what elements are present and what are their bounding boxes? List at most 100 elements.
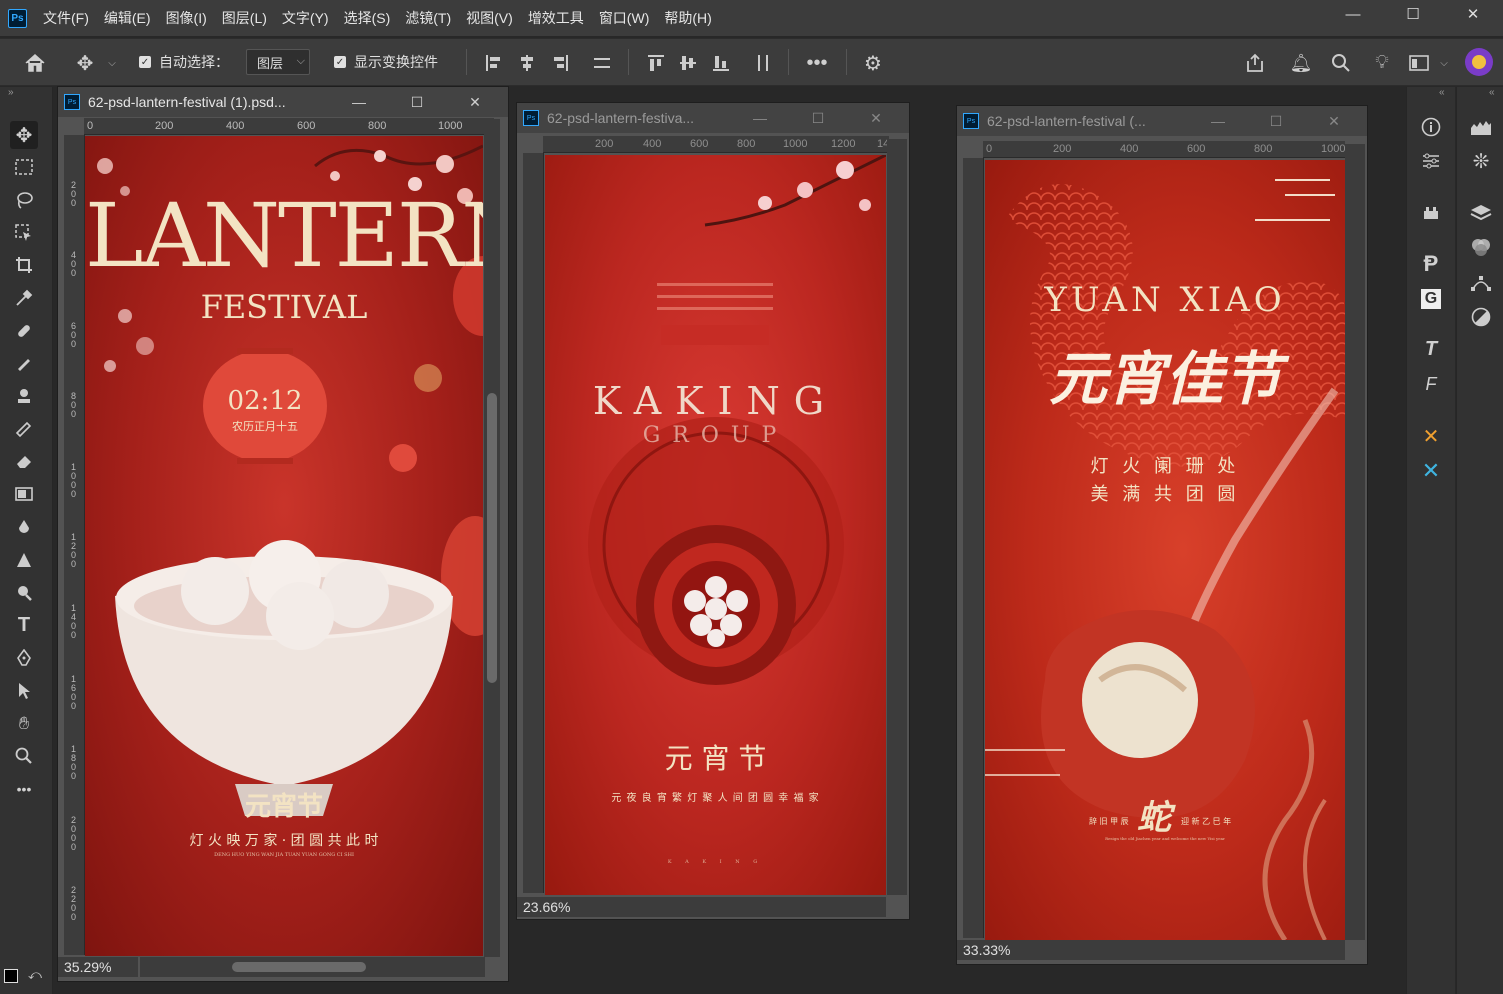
smudge-tool-icon[interactable]: [10, 513, 38, 541]
character-icon[interactable]: T: [1417, 335, 1445, 363]
collapse-arrows-icon[interactable]: »: [8, 87, 14, 98]
vertical-scrollbar[interactable]: [1345, 144, 1365, 940]
document-title-bar[interactable]: Ps 62-psd-lantern-festiva... — ☐ ✕: [517, 103, 909, 133]
search-icon[interactable]: [1328, 50, 1354, 76]
close-icon[interactable]: ✕: [446, 87, 504, 117]
close-icon[interactable]: ✕: [1443, 0, 1503, 28]
horizontal-ruler[interactable]: 0 200 400 600 800 1000: [84, 118, 494, 135]
horizontal-ruler[interactable]: 200 400 600 800 1000 1200 14: [543, 136, 889, 153]
vertical-ruler[interactable]: [963, 158, 984, 938]
zoom-level[interactable]: 35.29%: [58, 957, 138, 977]
navigator-icon[interactable]: ❊: [1467, 147, 1495, 175]
share-icon[interactable]: [1242, 50, 1268, 76]
vertical-ruler[interactable]: [523, 153, 544, 893]
type-tool-icon[interactable]: T: [10, 611, 38, 639]
menu-edit[interactable]: 编辑(E): [104, 8, 151, 28]
plugin-tools-icon[interactable]: ✕: [1417, 422, 1445, 450]
info-icon[interactable]: [1417, 113, 1445, 141]
scrollbar-thumb[interactable]: [232, 962, 366, 972]
histogram-icon[interactable]: [1467, 113, 1495, 141]
align-top-icon[interactable]: [645, 52, 667, 74]
blur-tool-icon[interactable]: [10, 546, 38, 574]
collapse-arrows-icon[interactable]: «: [1439, 87, 1445, 98]
document-canvas[interactable]: KAKING GROUP 元 宵 节 元 夜 良 宵 繁 灯 聚 人 间 团 圆…: [545, 155, 886, 895]
layers-icon[interactable]: [1467, 199, 1495, 227]
maximize-icon[interactable]: ☐: [1247, 106, 1305, 136]
menu-layer[interactable]: 图层(L): [222, 8, 267, 28]
more-tools-icon[interactable]: •••: [10, 775, 38, 803]
marquee-tool-icon[interactable]: [10, 153, 38, 181]
align-vertical-center-icon[interactable]: [677, 52, 699, 74]
collapse-arrows-icon[interactable]: «: [1489, 87, 1495, 98]
minimize-icon[interactable]: —: [1189, 106, 1247, 136]
paths-icon[interactable]: [1467, 269, 1495, 297]
eyedropper-tool-icon[interactable]: [10, 284, 38, 312]
channels-icon[interactable]: [1467, 233, 1495, 261]
align-right-icon[interactable]: [549, 52, 571, 74]
character-styles-icon[interactable]: F: [1417, 370, 1445, 398]
menu-image[interactable]: 图像(I): [166, 8, 207, 28]
maximize-icon[interactable]: ☐: [789, 103, 847, 133]
plugin-color-icon[interactable]: ✕: [1417, 457, 1445, 485]
crop-tool-icon[interactable]: [10, 251, 38, 279]
zoom-level[interactable]: 23.66%: [517, 897, 886, 917]
bell-icon[interactable]: 🔔︎: [1288, 50, 1314, 76]
menu-type[interactable]: 文字(Y): [282, 8, 329, 28]
vertical-scrollbar[interactable]: [484, 119, 500, 957]
object-selection-tool-icon[interactable]: [10, 219, 38, 247]
lasso-tool-icon[interactable]: [10, 186, 38, 214]
menu-filter[interactable]: 滤镜(T): [405, 8, 451, 28]
scrollbar-thumb[interactable]: [487, 393, 497, 683]
close-icon[interactable]: ✕: [1305, 106, 1363, 136]
horizontal-ruler[interactable]: 0 200 400 600 800 1000: [983, 141, 1345, 158]
chevron-down-icon[interactable]: ⌵: [104, 53, 120, 73]
zoom-level[interactable]: 33.33%: [957, 940, 1345, 960]
path-selection-tool-icon[interactable]: [10, 677, 38, 705]
glyphs-icon[interactable]: G: [1417, 285, 1445, 313]
pen-tool-icon[interactable]: [10, 644, 38, 672]
menu-view[interactable]: 视图(V): [466, 8, 513, 28]
move-tool-icon[interactable]: ✥: [72, 50, 98, 76]
close-icon[interactable]: ✕: [847, 103, 905, 133]
align-horizontal-center-icon[interactable]: [516, 52, 538, 74]
maximize-icon[interactable]: ☐: [388, 87, 446, 117]
document-canvas[interactable]: YUAN XIAO 元宵佳节 灯 火 阑 珊 处 美 满 共 团 圆 蛇 辞 旧…: [985, 160, 1345, 940]
vertical-scrollbar[interactable]: [887, 139, 907, 895]
menu-plugins[interactable]: 增效工具: [528, 8, 584, 28]
more-options-icon[interactable]: •••: [804, 50, 830, 76]
auto-select-checkbox[interactable]: ✓ 自动选择：: [139, 52, 229, 72]
menu-window[interactable]: 窗口(W): [599, 8, 650, 28]
paragraph-styles-icon[interactable]: Ᵽ: [1417, 250, 1445, 278]
distribute-vertical-icon[interactable]: [752, 52, 774, 74]
chevron-down-icon[interactable]: ⌵: [1436, 53, 1452, 73]
move-tool-icon[interactable]: ✥: [10, 121, 38, 149]
show-transform-checkbox[interactable]: ✓ 显示变换控件: [334, 52, 438, 72]
align-bottom-icon[interactable]: [710, 52, 732, 74]
horizontal-scrollbar[interactable]: [140, 957, 485, 977]
vertical-ruler[interactable]: 200 400 600 800 1000 1200 1400 1600 1800…: [64, 135, 85, 955]
lightbulb-icon[interactable]: 💡︎: [1369, 50, 1395, 76]
spot-healing-tool-icon[interactable]: [10, 317, 38, 345]
properties-icon[interactable]: [1417, 147, 1445, 175]
adjustments-icon[interactable]: [1467, 303, 1495, 331]
document-title-bar[interactable]: Ps 62-psd-lantern-festival (1).psd... — …: [58, 87, 508, 117]
brush-tool-icon[interactable]: [10, 349, 38, 377]
minimize-icon[interactable]: —: [330, 87, 388, 117]
menu-help[interactable]: 帮助(H): [664, 8, 711, 28]
swap-colors-icon[interactable]: ⤺: [28, 967, 42, 983]
zoom-tool-icon[interactable]: [10, 742, 38, 770]
hand-tool-icon[interactable]: ✋︎: [10, 709, 38, 737]
align-left-icon[interactable]: [483, 52, 505, 74]
history-brush-tool-icon[interactable]: [10, 414, 38, 442]
brush-settings-icon[interactable]: [1417, 199, 1445, 227]
distribute-icon[interactable]: [591, 52, 613, 74]
menu-file[interactable]: 文件(F): [43, 8, 89, 28]
minimize-icon[interactable]: —: [1323, 0, 1383, 28]
auto-select-target-select[interactable]: 图层 ⌵: [246, 49, 310, 75]
menu-select[interactable]: 选择(S): [344, 8, 391, 28]
dodge-tool-icon[interactable]: [10, 579, 38, 607]
home-icon[interactable]: [22, 50, 48, 76]
workspace-icon[interactable]: [1406, 50, 1432, 76]
avatar[interactable]: [1465, 48, 1493, 76]
clone-stamp-tool-icon[interactable]: [10, 382, 38, 410]
